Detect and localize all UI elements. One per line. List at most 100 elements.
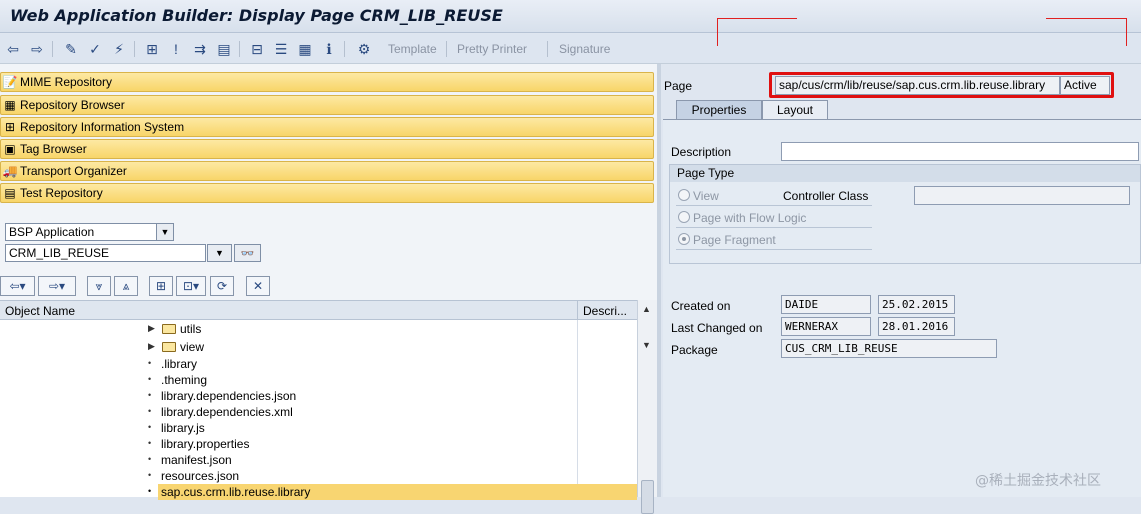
- tree-row-label: manifest.json: [161, 453, 232, 467]
- package-label: Package: [671, 343, 718, 357]
- leaf-bullet-icon: •: [148, 406, 152, 416]
- toolbar-separator: [134, 41, 135, 57]
- refresh-icon[interactable]: ⟳: [210, 276, 234, 296]
- truck-icon: 🚚: [2, 164, 18, 178]
- nav-label: Transport Organizer: [20, 164, 127, 178]
- where-used-icon[interactable]: ⇉: [191, 40, 209, 58]
- forward-arrow-icon[interactable]: ⇨: [28, 40, 46, 58]
- object-navigator-pane: 📝 MIME Repository ▦ Repository Browser ⊞…: [0, 64, 657, 514]
- leaf-bullet-icon: •: [148, 390, 152, 400]
- underline: [676, 249, 872, 250]
- tree-row[interactable]: • library.properties: [0, 436, 637, 452]
- tree-structure-icon[interactable]: ⊟: [248, 40, 266, 58]
- changed-by-field: WERNERAX: [781, 317, 871, 336]
- tree-vertical-scrollbar[interactable]: ▲ ▼: [637, 300, 657, 514]
- toolbar-separator: [344, 41, 345, 57]
- toolbar-separator: [446, 41, 447, 57]
- page-type-title: Page Type: [670, 165, 1140, 182]
- created-by-field: DAIDE: [781, 295, 871, 314]
- underline: [676, 227, 872, 228]
- stack-icon[interactable]: ☰: [272, 40, 290, 58]
- pretty-printer-button[interactable]: Pretty Printer: [457, 42, 527, 56]
- display-glasses-icon[interactable]: 👓: [234, 244, 261, 262]
- radio-page-with-flow-logic: [678, 211, 690, 223]
- object-name-header[interactable]: Object Name: [5, 304, 75, 318]
- tree-row[interactable]: ▶ view: [0, 339, 637, 355]
- object-type-select[interactable]: BSP Application: [5, 223, 157, 241]
- nav-transport-organizer[interactable]: 🚚 Transport Organizer: [0, 161, 654, 181]
- tree-row-label: .theming: [161, 373, 208, 387]
- tab-layout[interactable]: Layout: [762, 100, 828, 119]
- tree-row-label: library.dependencies.xml: [161, 405, 293, 419]
- description-header[interactable]: Descri...: [583, 304, 627, 318]
- leaf-bullet-icon: •: [148, 358, 152, 368]
- collapse-icon[interactable]: ⩔: [87, 276, 111, 296]
- tree-row[interactable]: • library.dependencies.json: [0, 388, 637, 404]
- nav-repository-browser[interactable]: ▦ Repository Browser: [0, 95, 654, 115]
- nav-tag-browser[interactable]: ▣ Tag Browser: [0, 139, 654, 159]
- annotation-mark: [1126, 18, 1127, 46]
- previous-object-button[interactable]: ⇦▾: [0, 276, 35, 296]
- next-object-button[interactable]: ⇨▾: [38, 276, 76, 296]
- tree-row[interactable]: • manifest.json: [0, 452, 637, 468]
- nav-mime-repository[interactable]: 📝 MIME Repository: [0, 72, 654, 92]
- folder-icon: [162, 324, 176, 334]
- object-name-input[interactable]: CRM_LIB_REUSE: [5, 244, 206, 262]
- tag-icon: ▣: [4, 142, 16, 156]
- back-arrow-icon[interactable]: ⇦: [4, 40, 22, 58]
- tree-row-label: utils: [180, 322, 202, 336]
- leaf-bullet-icon: •: [148, 470, 152, 480]
- title-bar: Web Application Builder: Display Page CR…: [0, 0, 1141, 33]
- expand-icon[interactable]: ⩓: [114, 276, 138, 296]
- scroll-thumb[interactable]: [641, 480, 654, 514]
- tree-header: Object Name Descri...: [0, 300, 637, 321]
- nav-label: MIME Repository: [20, 75, 113, 89]
- nav-test-repository[interactable]: ▤ Test Repository: [0, 183, 654, 203]
- tree-row[interactable]: ▶ utils: [0, 321, 637, 337]
- expand-triangle-icon[interactable]: ▶: [148, 323, 155, 334]
- controller-class-label: Controller Class: [783, 189, 869, 203]
- template-button[interactable]: Template: [388, 42, 437, 56]
- pin-icon[interactable]: !: [167, 40, 185, 58]
- test-run-icon[interactable]: ⚙: [355, 40, 373, 58]
- info-icon[interactable]: ℹ: [320, 40, 338, 58]
- toolbar-separator: [52, 41, 53, 57]
- leaf-bullet-icon: •: [148, 486, 152, 496]
- signature-button[interactable]: Signature: [559, 42, 610, 56]
- tree-row-label: view: [180, 340, 205, 354]
- watermark: @稀土掘金技术社区: [975, 473, 1101, 489]
- tree-row[interactable]: • library.dependencies.xml: [0, 404, 637, 420]
- toolbar-separator: [239, 41, 240, 57]
- tree-row[interactable]: • library.js: [0, 420, 637, 436]
- scroll-up-icon[interactable]: ▲: [642, 304, 651, 314]
- tree-row[interactable]: • resources.json: [0, 468, 637, 484]
- activate-icon[interactable]: ⚡: [110, 40, 128, 58]
- radio-page-fragment: [678, 233, 690, 245]
- display-object-icon[interactable]: ▤: [215, 40, 233, 58]
- object-name-dropdown-icon[interactable]: ▼: [207, 244, 232, 262]
- annotation-mark: [717, 18, 718, 46]
- test-icon: ▤: [4, 186, 16, 200]
- edit-pencil-icon[interactable]: ✎: [62, 40, 80, 58]
- scroll-down-icon[interactable]: ▼: [642, 340, 651, 350]
- hierarchy-tree-icon[interactable]: ⊞: [149, 276, 173, 296]
- controller-class-field: [914, 186, 1130, 205]
- tree-row-selected[interactable]: sap.cus.crm.lib.reuse.library: [158, 484, 637, 500]
- object-type-dropdown-icon[interactable]: ▼: [156, 223, 174, 241]
- tab-properties[interactable]: Properties: [676, 100, 762, 119]
- close-browser-icon[interactable]: ✕: [246, 276, 270, 296]
- check-icon[interactable]: ✓: [86, 40, 104, 58]
- description-input[interactable]: [781, 142, 1139, 161]
- highlight-box: [769, 72, 1114, 98]
- nav-repository-information-system[interactable]: ⊞ Repository Information System: [0, 117, 654, 137]
- application-toolbar: ⇦ ⇨ ✎ ✓ ⚡ ⊞ ! ⇉ ▤ ⊟ ☰ ▦ ℹ ⚙ Template Pre…: [0, 34, 1141, 64]
- radio-page-with-flow-logic-label: Page with Flow Logic: [693, 211, 807, 225]
- expand-subtree-icon[interactable]: ⊡▾: [176, 276, 206, 296]
- tree-row[interactable]: • .library: [0, 356, 637, 372]
- toolbar-separator: [547, 41, 548, 57]
- column-divider[interactable]: [577, 301, 578, 321]
- hierarchy-icon[interactable]: ⊞: [143, 40, 161, 58]
- expand-triangle-icon[interactable]: ▶: [148, 341, 155, 352]
- tree-row[interactable]: • .theming: [0, 372, 637, 388]
- layout-icon[interactable]: ▦: [296, 40, 314, 58]
